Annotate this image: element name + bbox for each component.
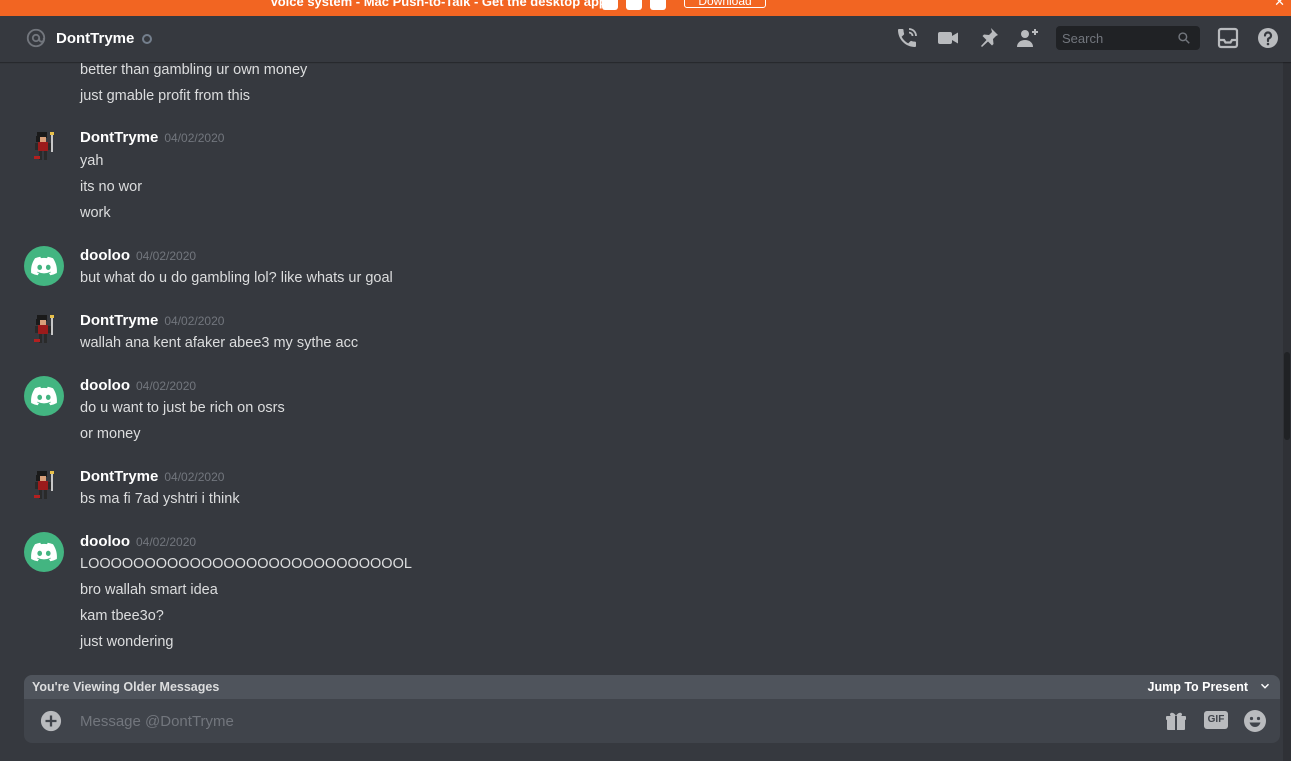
gift-icon[interactable]: [1164, 709, 1188, 733]
older-messages-bar: You're Viewing Older Messages Jump To Pr…: [24, 675, 1280, 699]
older-messages-notice: You're Viewing Older Messages: [32, 680, 220, 694]
channel-header: DontTryme: [0, 16, 1291, 62]
banner-close-icon[interactable]: ✕: [1274, 0, 1285, 10]
gif-button[interactable]: GIF: [1204, 711, 1228, 729]
message-author[interactable]: dooloo 04/02/2020: [80, 532, 196, 552]
message-text: just wondering: [80, 634, 174, 650]
message-text: yah: [80, 153, 104, 169]
jump-to-present-button[interactable]: Jump To Present: [1148, 680, 1248, 694]
chevron-down-icon[interactable]: [1258, 679, 1272, 693]
message-timestamp: 04/02/2020: [135, 379, 197, 393]
message-author[interactable]: DontTryme 04/02/2020: [80, 128, 224, 148]
user-avatar[interactable]: [24, 532, 64, 572]
apple-icon[interactable]: [602, 0, 618, 10]
message-author[interactable]: dooloo 04/02/2020: [80, 376, 196, 396]
message-text: but what do u do gambling lol? like what…: [80, 270, 393, 286]
message-timestamp: 04/02/2020: [135, 535, 197, 549]
message-input[interactable]: [80, 699, 1140, 743]
search-icon: [1178, 32, 1190, 44]
pin-icon[interactable]: [976, 26, 1000, 50]
emoji-icon[interactable]: [1243, 709, 1267, 733]
message-text: LOOOOOOOOOOOOOOOOOOOOOOOOOOOOL: [80, 556, 412, 572]
message-text: work: [80, 205, 111, 221]
message-text: just gmable profit from this: [80, 88, 251, 104]
discord-logo-avatar: [31, 386, 57, 406]
scrollbar-thumb[interactable]: [1284, 352, 1290, 440]
call-icon[interactable]: [895, 26, 919, 50]
author-name[interactable]: DontTryme: [80, 312, 158, 329]
message-timestamp: 04/02/2020: [135, 249, 197, 263]
download-banner: Voice system - Mac Push-to-Talk - Get th…: [0, 0, 1291, 16]
message-timestamp: 04/02/2020: [164, 131, 225, 145]
message-text: or money: [80, 426, 141, 442]
user-avatar[interactable]: [24, 128, 64, 168]
message-text: wallah ana kent afaker abee3 my sythe ac…: [80, 335, 359, 351]
message-author[interactable]: DontTryme 04/02/2020: [80, 311, 224, 331]
status-indicator: [142, 34, 152, 44]
author-name[interactable]: dooloo: [80, 377, 130, 394]
pixel-character-avatar: [34, 315, 54, 343]
user-avatar[interactable]: [24, 311, 64, 351]
message-timestamp: 04/02/2020: [164, 470, 225, 484]
author-name[interactable]: dooloo: [80, 533, 130, 550]
message-timestamp: 04/02/2020: [164, 314, 225, 328]
message-text: kam tbee3o?: [80, 608, 164, 624]
message-list[interactable]: better than gambling ur own money just g…: [0, 62, 1280, 674]
message-text: bro wallah smart idea: [80, 582, 218, 598]
dm-recipient-name: DontTryme: [56, 30, 135, 47]
inbox-icon[interactable]: [1216, 26, 1240, 50]
user-avatar[interactable]: [24, 246, 64, 286]
download-button[interactable]: Download: [684, 0, 766, 8]
video-call-icon[interactable]: [936, 26, 960, 50]
message-text: better than gambling ur own money: [80, 62, 308, 78]
author-name[interactable]: DontTryme: [80, 129, 158, 146]
message-author[interactable]: DontTryme 04/02/2020: [80, 467, 224, 487]
author-name[interactable]: DontTryme: [80, 468, 158, 485]
message-text: bs ma fi 7ad yshtri i think: [80, 491, 240, 507]
discord-logo-avatar: [31, 542, 57, 562]
windows-icon[interactable]: [650, 0, 666, 10]
add-friend-icon[interactable]: [1016, 26, 1040, 50]
user-avatar[interactable]: [24, 467, 64, 507]
message-text: its no wor: [80, 179, 143, 195]
message-author[interactable]: dooloo 04/02/2020: [80, 246, 196, 266]
banner-text: Voice system - Mac Push-to-Talk - Get th…: [270, 0, 612, 9]
at-icon: [26, 28, 46, 48]
message-composer: GIF: [24, 699, 1280, 743]
author-name[interactable]: dooloo: [80, 247, 130, 264]
user-avatar[interactable]: [24, 376, 64, 416]
android-icon[interactable]: [626, 0, 642, 10]
discord-logo-avatar: [31, 256, 57, 276]
platform-icons: [602, 0, 666, 10]
pixel-character-avatar: [34, 132, 54, 160]
help-icon[interactable]: [1256, 26, 1280, 50]
add-attachment-icon[interactable]: [40, 710, 62, 732]
message-text: do u want to just be rich on osrs: [80, 400, 285, 416]
pixel-character-avatar: [34, 471, 54, 499]
